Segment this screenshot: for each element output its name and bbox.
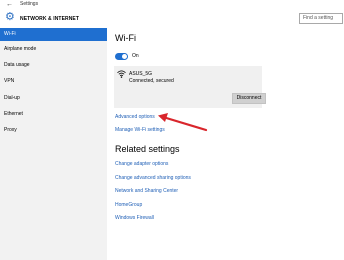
annotation-arrow bbox=[158, 113, 208, 132]
